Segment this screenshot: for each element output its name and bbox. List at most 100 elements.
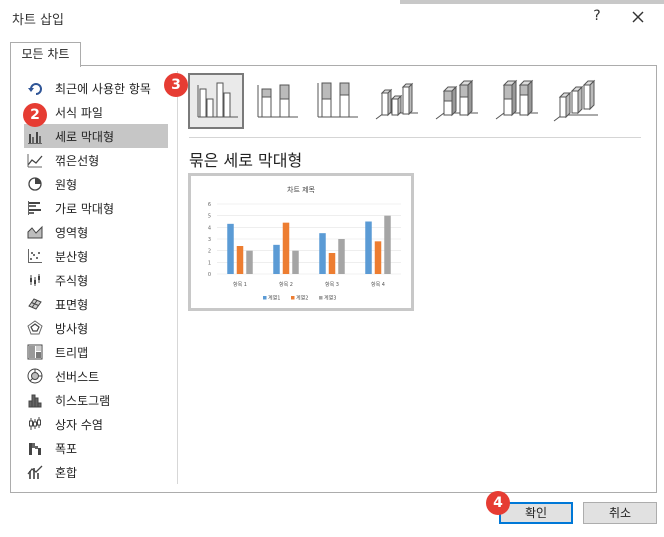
combo-chart-icon <box>27 465 43 479</box>
subtype-clustered-column[interactable] <box>188 73 244 129</box>
sidebar-item-label: 분산형 <box>55 249 89 264</box>
bar <box>319 233 326 274</box>
stock-chart-icon <box>30 274 40 286</box>
bar <box>328 253 336 274</box>
chart-subtype-title: 묶은 세로 막대형 <box>189 151 303 170</box>
sidebar-item-pie-chart[interactable]: 원형 <box>24 172 168 196</box>
help-button[interactable]: ? <box>588 8 606 26</box>
bar <box>282 222 290 274</box>
chart-preview: 차트 제목 0 1 2 3 4 5 6 항목 1 항목 2 항목 3 항목 4 계열1 계열2 계열3 <box>188 173 414 311</box>
ok-button[interactable]: 확인 <box>499 502 573 524</box>
divider <box>189 137 641 138</box>
title-bar <box>0 0 664 34</box>
sidebar-item-line-chart[interactable]: 꺾은선형 <box>24 148 168 172</box>
legend-swatch <box>319 296 323 300</box>
line-chart-icon <box>27 154 43 168</box>
sidebar-item-label: 원형 <box>55 177 78 192</box>
pie-chart-icon <box>28 177 42 191</box>
divider <box>177 71 178 484</box>
sidebar-item-surface-chart[interactable]: 표면형 <box>24 292 168 316</box>
bar <box>292 250 299 274</box>
sidebar-item-sunburst[interactable]: 선버스트 <box>24 364 168 388</box>
background-window-strip <box>400 0 664 4</box>
3d-100-stacked-column-icon <box>495 79 538 120</box>
legend-swatch <box>291 296 295 300</box>
sidebar-item-label: 최근에 사용한 항목 <box>55 81 151 96</box>
sidebar-item-combo-chart[interactable]: 혼합 <box>24 460 168 484</box>
sidebar-item-label: 히스토그램 <box>55 393 111 408</box>
sidebar-item-label: 주식형 <box>55 273 89 288</box>
sidebar-item-stock-chart[interactable]: 주식형 <box>24 268 168 292</box>
sunburst-icon <box>27 368 43 384</box>
subtype-3d-stacked-column[interactable] <box>428 73 484 129</box>
area-chart-icon <box>27 225 43 239</box>
3d-column-icon <box>553 79 598 122</box>
x-tick-label: 항목 3 <box>325 281 339 288</box>
bar <box>338 239 345 274</box>
close-button[interactable] <box>627 6 649 28</box>
histogram-icon <box>28 394 42 408</box>
recent-icon <box>28 83 42 95</box>
legend-label: 계열2 <box>296 295 308 302</box>
y-tick-label: 1 <box>208 260 211 266</box>
x-tick-label: 항목 2 <box>279 281 293 288</box>
cancel-button[interactable]: 취소 <box>583 502 657 524</box>
treemap-icon <box>27 344 43 360</box>
bar-chart-icon <box>28 201 41 215</box>
clustered-column-icon <box>197 82 238 118</box>
surface-chart-icon <box>28 298 42 310</box>
sidebar-item-bar-chart[interactable]: 가로 막대형 <box>24 196 168 220</box>
sidebar-item-label: 혼합 <box>55 465 78 480</box>
stacked-column-icon <box>257 84 298 118</box>
3d-clustered-column-icon <box>375 82 418 120</box>
bar <box>384 215 391 274</box>
subtype-3d-100-stacked-column[interactable] <box>488 73 544 129</box>
dialog-title: 차트 삽입 <box>12 13 64 28</box>
sidebar-item-label: 표면형 <box>55 297 89 312</box>
sidebar-item-label: 폭포 <box>55 441 78 456</box>
legend-swatch <box>263 296 267 300</box>
sidebar-item-label: 영역형 <box>55 225 89 240</box>
box-whisker-icon <box>29 417 41 430</box>
sidebar-item-label: 트리맵 <box>55 345 89 360</box>
chart-subtype-row <box>188 73 648 133</box>
subtype-stacked-column[interactable] <box>248 73 304 129</box>
sidebar-item-area-chart[interactable]: 영역형 <box>24 220 168 244</box>
sidebar-item-recent[interactable]: 최근에 사용한 항목 <box>24 76 168 100</box>
scatter-chart-icon <box>28 249 42 263</box>
y-tick-label: 6 <box>208 202 211 208</box>
callout-3: 3 <box>164 73 188 97</box>
3d-stacked-column-icon <box>435 79 478 120</box>
subtype-100-stacked-column[interactable] <box>308 73 364 129</box>
radar-chart-icon <box>27 320 43 335</box>
sidebar-item-radar-chart[interactable]: 방사형 <box>24 316 168 340</box>
sidebar-item-waterfall[interactable]: 폭포 <box>24 436 168 460</box>
y-tick-label: 0 <box>208 272 211 278</box>
column-chart-icon <box>28 132 42 144</box>
subtype-3d-clustered-column[interactable] <box>368 73 424 129</box>
sidebar-item-treemap[interactable]: 트리맵 <box>24 340 168 364</box>
sidebar-item-box-whisker[interactable]: 상자 수염 <box>24 412 168 436</box>
bar <box>374 241 382 274</box>
sidebar-item-column-chart[interactable]: 세로 막대형 <box>24 124 168 148</box>
legend-label: 계열3 <box>324 295 336 302</box>
sidebar-item-histogram[interactable]: 히스토그램 <box>24 388 168 412</box>
sidebar-item-scatter-chart[interactable]: 분산형 <box>24 244 168 268</box>
sidebar-item-label: 꺾은선형 <box>55 153 100 168</box>
y-tick-label: 3 <box>208 237 211 243</box>
bar <box>365 221 372 274</box>
y-tick-label: 4 <box>208 225 211 231</box>
x-tick-label: 항목 4 <box>371 281 385 288</box>
waterfall-icon <box>29 443 41 455</box>
close-icon <box>632 11 644 23</box>
callout-2: 2 <box>23 103 47 127</box>
sidebar-item-label: 서식 파일 <box>55 105 103 120</box>
sidebar-item-label: 가로 막대형 <box>55 201 115 216</box>
y-tick-label: 2 <box>208 249 211 255</box>
tab-all-charts[interactable]: 모든 차트 <box>10 42 81 67</box>
chart-type-list: 최근에 사용한 항목서식 파일세로 막대형꺾은선형원형가로 막대형영역형분산형주… <box>24 76 168 484</box>
x-tick-label: 항목 1 <box>233 281 247 288</box>
bar <box>236 246 244 274</box>
sidebar-item-label: 방사형 <box>55 321 89 336</box>
subtype-3d-column[interactable] <box>548 73 604 129</box>
